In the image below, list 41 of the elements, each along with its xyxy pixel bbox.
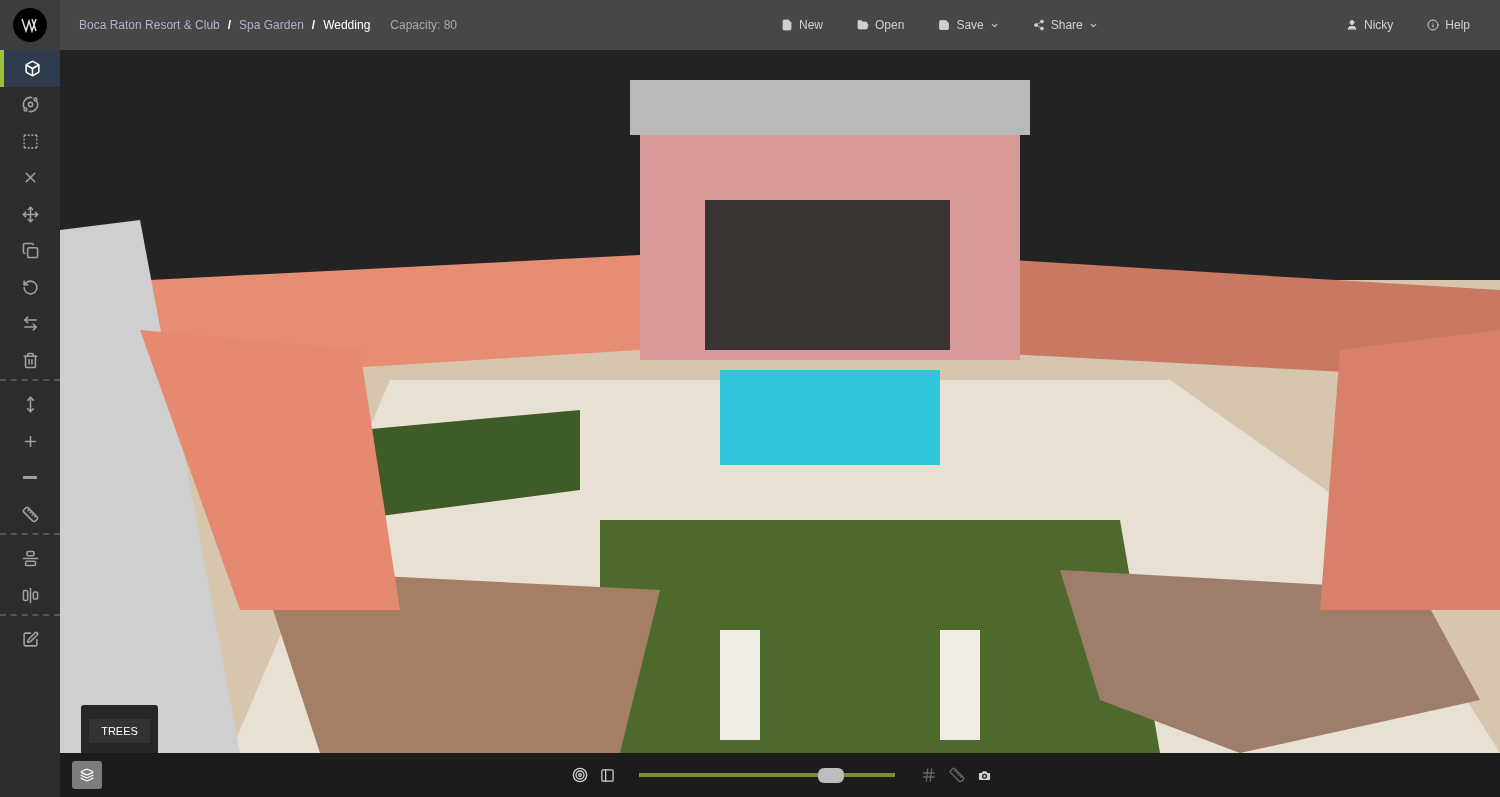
select-box-icon xyxy=(21,132,39,150)
target-icon[interactable] xyxy=(572,767,588,783)
menu-button[interactable]: Share xyxy=(1030,16,1100,34)
save-icon xyxy=(938,19,951,31)
undo-icon xyxy=(21,278,39,296)
user-icon xyxy=(1345,19,1358,31)
slider-thumb[interactable] xyxy=(818,767,845,783)
tool-button[interactable] xyxy=(0,50,60,87)
logo-icon[interactable] xyxy=(13,8,47,42)
copy-icon xyxy=(21,242,39,260)
breadcrumb-separator: / xyxy=(311,17,316,34)
edit-icon xyxy=(21,631,39,649)
breadcrumb-link[interactable]: Boca Raton Resort & Club xyxy=(79,16,220,34)
info-icon xyxy=(1427,19,1440,31)
minus-icon xyxy=(23,476,37,480)
zoom-slider[interactable] xyxy=(639,767,895,783)
swap-icon xyxy=(21,315,39,333)
orbit-icon xyxy=(21,96,39,114)
user-button[interactable]: Nicky xyxy=(1345,16,1394,34)
breadcrumb-separator: / xyxy=(227,17,232,34)
layers-icon xyxy=(80,768,94,782)
align-center-icon xyxy=(21,550,39,568)
ruler-icon xyxy=(21,505,39,523)
layers-button[interactable] xyxy=(72,761,102,789)
folder-icon xyxy=(857,19,870,31)
distribute-icon xyxy=(21,586,39,604)
share-icon xyxy=(1032,19,1045,31)
menu-button[interactable]: New xyxy=(779,16,826,34)
help-button[interactable]: Help xyxy=(1427,16,1470,34)
floor-plan-icon[interactable] xyxy=(600,767,615,783)
menu-button[interactable]: Save xyxy=(936,16,1001,34)
file-icon xyxy=(781,19,793,31)
cube-icon xyxy=(23,59,41,77)
breadcrumb-link[interactable]: Spa Garden xyxy=(239,16,304,34)
tooltip: TREES xyxy=(81,705,158,753)
grid-icon[interactable] xyxy=(921,767,937,783)
ruler-icon[interactable] xyxy=(949,767,965,783)
menu-button[interactable]: Open xyxy=(855,16,907,34)
capacity-label: Capacity: 80 xyxy=(390,17,457,34)
move-icon xyxy=(21,205,39,223)
trash-icon xyxy=(21,351,39,369)
